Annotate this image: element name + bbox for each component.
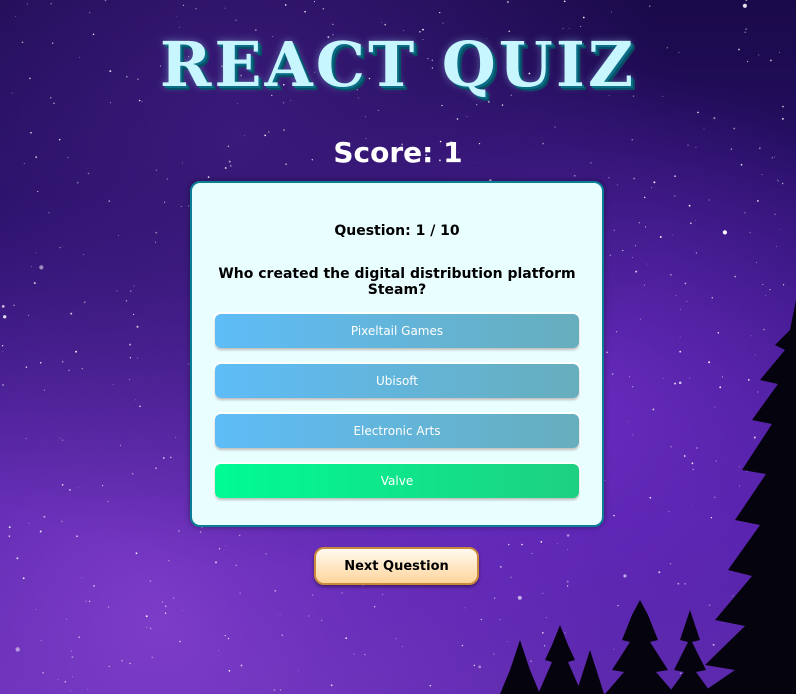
score-display: Score: 1 (333, 136, 463, 169)
answer-button-valve[interactable]: Valve (215, 464, 579, 498)
answer-button-pixeltail-games[interactable]: Pixeltail Games (215, 314, 579, 348)
answer-button-electronic-arts[interactable]: Electronic Arts (215, 414, 579, 448)
answer-button-ubisoft[interactable]: Ubisoft (215, 364, 579, 398)
question-text: Who created the digital distribution pla… (218, 266, 576, 298)
question-card: Question: 1 / 10 Who created the digital… (190, 181, 604, 527)
app-title: REACT QUIZ (159, 28, 637, 101)
question-counter: Question: 1 / 10 (334, 223, 460, 239)
next-question-button[interactable]: Next Question (314, 547, 479, 585)
